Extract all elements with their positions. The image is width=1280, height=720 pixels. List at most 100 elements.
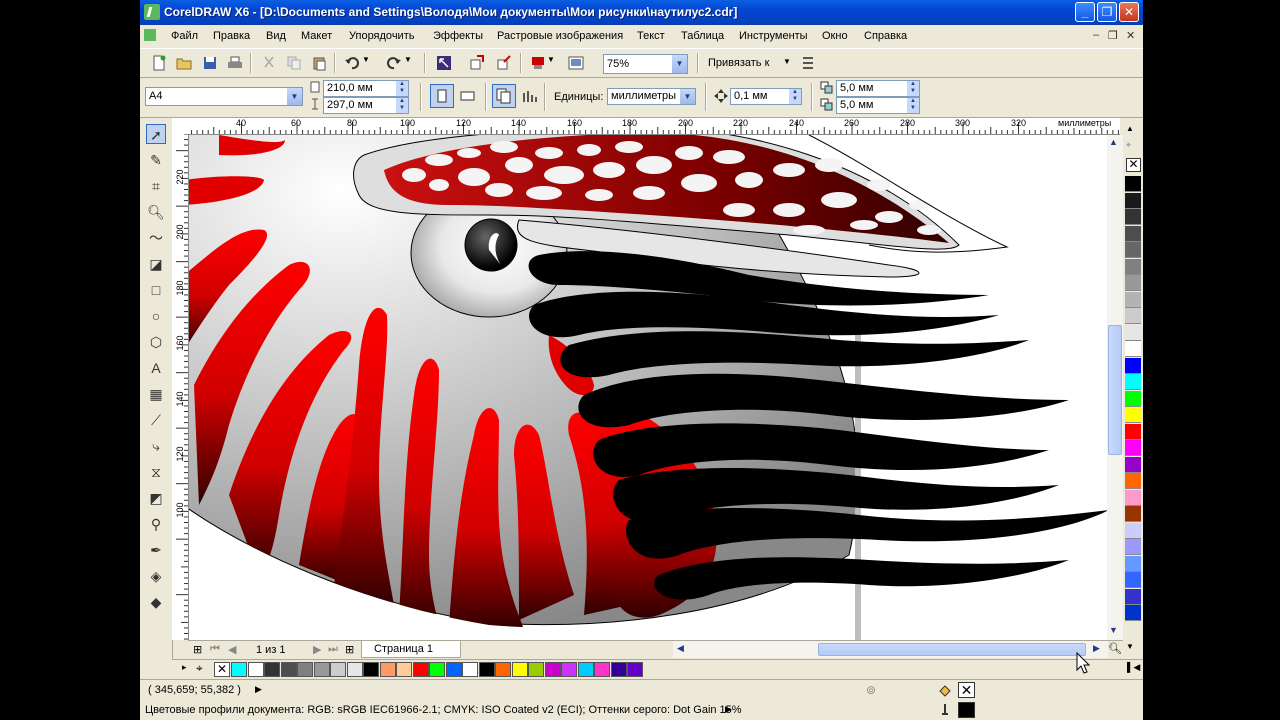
duplicate-x-field[interactable]: 5,0 мм ▲ ▼ (836, 80, 920, 97)
polygon-tool-icon[interactable]: ⬡ (146, 332, 166, 352)
outline-color-swatch[interactable] (958, 702, 975, 718)
palette-swatch[interactable] (1125, 275, 1141, 291)
scroll-down-icon[interactable]: ▼ (1109, 625, 1118, 635)
palette-swatch[interactable] (1125, 522, 1141, 539)
publish-pdf-icon[interactable] (530, 55, 546, 71)
nautilus-drawing[interactable] (189, 135, 1107, 640)
doc-palette-swatch[interactable] (346, 662, 363, 677)
scroll-up-icon[interactable]: ▲ (1109, 137, 1118, 147)
zoom-dropdown-icon[interactable]: ▼ (672, 55, 687, 73)
palette-swatch[interactable] (1125, 390, 1141, 407)
doc-palette-swatch[interactable] (528, 662, 544, 677)
menu-file[interactable]: Файл (171, 30, 198, 42)
doc-palette-swatch[interactable] (264, 662, 280, 677)
snap-to-button[interactable]: Привязать к (708, 57, 769, 69)
coords-expand-icon[interactable]: ▶ (255, 684, 262, 695)
doc-restore-icon[interactable]: ❐ (1108, 29, 1118, 42)
undo-dropdown-icon[interactable]: ▼ (362, 55, 370, 64)
outline-indicator-icon[interactable] (937, 702, 953, 718)
transparency-tool-icon[interactable]: ◩ (146, 488, 166, 508)
palette-swatch[interactable] (1125, 588, 1141, 605)
add-page-after-icon[interactable]: ⊞ (345, 643, 354, 656)
palette-swatch[interactable] (1125, 225, 1141, 242)
doc-palette-swatch[interactable] (297, 662, 313, 677)
page-width-field[interactable]: 210,0 мм ▲ ▼ (323, 80, 409, 97)
fill-tool-icon[interactable]: ◈ (146, 566, 166, 586)
connector-tool-icon[interactable]: ⤷ (146, 436, 166, 456)
doc-palette-swatch[interactable] (412, 662, 429, 677)
menu-table[interactable]: Таблица (681, 30, 724, 42)
first-page-icon[interactable]: ⏮ (210, 643, 220, 656)
cut-icon[interactable] (261, 55, 277, 71)
menu-arrange[interactable]: Упорядочить (349, 30, 414, 42)
doc-palette-collapse-icon[interactable]: ▌◀ (1127, 662, 1140, 673)
doc-palette-swatch[interactable] (379, 662, 396, 677)
units-dropdown-icon[interactable]: ▼ (680, 89, 695, 104)
palette-swatch[interactable] (1125, 555, 1141, 572)
fill-none-swatch[interactable]: ✕ (958, 682, 975, 698)
doc-palette-swatch[interactable] (363, 662, 379, 677)
doc-palette-swatch[interactable] (561, 662, 577, 677)
doc-palette-swatch[interactable] (627, 662, 643, 677)
doc-palette-swatch[interactable] (247, 662, 264, 677)
palette-swatch[interactable] (1125, 605, 1141, 621)
palette-scroll-down-icon[interactable]: ▼ (1126, 642, 1134, 651)
palette-swatch[interactable] (1125, 572, 1141, 588)
snap-dropdown-icon[interactable]: ▼ (783, 57, 791, 66)
doc-palette-swatch[interactable] (594, 662, 610, 677)
minimize-button[interactable]: _ (1075, 2, 1095, 22)
smart-fill-tool-icon[interactable]: ◪ (146, 254, 166, 274)
menu-view[interactable]: Вид (266, 30, 286, 42)
new-document-icon[interactable] (151, 55, 167, 71)
palette-swatch[interactable] (1125, 423, 1141, 440)
crop-tool-icon[interactable]: ⌗ (146, 176, 166, 196)
menu-bitmaps[interactable]: Растровые изображения (497, 30, 623, 42)
menu-layout[interactable]: Макет (301, 30, 332, 42)
pick-tool-icon[interactable]: ➚ (146, 124, 166, 144)
units-select[interactable]: миллиметры ▼ (607, 88, 696, 105)
duplicate-x-spinner[interactable]: ▲ ▼ (907, 81, 919, 96)
last-page-icon[interactable]: ⏭ (328, 643, 338, 656)
shape-tool-icon[interactable]: ✎ (146, 150, 166, 170)
menu-text[interactable]: Текст (637, 30, 665, 42)
redo-icon[interactable] (386, 55, 402, 71)
search-content-icon[interactable] (436, 55, 452, 71)
save-icon[interactable] (202, 55, 218, 71)
palette-swatch[interactable] (1125, 473, 1141, 489)
freehand-tool-icon[interactable]: 〜 (146, 228, 166, 248)
page-height-field[interactable]: 297,0 мм ▲ ▼ (323, 97, 409, 114)
menu-effects[interactable]: Эффекты (433, 30, 483, 42)
add-page-icon[interactable]: ⊞ (193, 643, 202, 656)
doc-palette-swatch[interactable] (313, 662, 330, 677)
palette-swatch[interactable] (1125, 176, 1141, 192)
doc-palette-swatch[interactable] (231, 662, 247, 677)
text-tool-icon[interactable]: A (146, 358, 166, 378)
export-icon[interactable] (496, 55, 512, 71)
doc-palette-swatch[interactable] (462, 662, 478, 677)
doc-palette-swatch[interactable] (478, 662, 495, 677)
outline-tool-icon[interactable]: ✒ (146, 540, 166, 560)
nudge-distance-field[interactable]: 0,1 мм ▲ ▼ (730, 88, 802, 105)
scroll-left-icon[interactable]: ◀ (677, 643, 684, 654)
palette-swatch[interactable] (1125, 308, 1141, 324)
doc-palette-eyedropper-icon[interactable]: ⌖ (196, 661, 203, 676)
palette-swatch[interactable] (1125, 374, 1141, 390)
rectangle-tool-icon[interactable]: □ (146, 280, 166, 300)
doc-palette-swatch[interactable] (445, 662, 462, 677)
doc-palette-swatch[interactable] (330, 662, 346, 677)
ellipse-tool-icon[interactable]: ○ (146, 306, 166, 326)
doc-palette-swatch[interactable] (396, 662, 412, 677)
doc-close-icon[interactable]: ✕ (1126, 29, 1135, 42)
doc-palette-swatch[interactable] (495, 662, 511, 677)
palette-swatch[interactable] (1125, 407, 1141, 423)
palette-swatch[interactable] (1125, 489, 1141, 506)
prev-page-icon[interactable]: ◀ (228, 643, 236, 656)
open-icon[interactable] (176, 55, 192, 71)
ruler-origin[interactable] (172, 118, 189, 135)
menu-help[interactable]: Справка (864, 30, 907, 42)
palette-swatch[interactable] (1125, 539, 1141, 555)
vertical-ruler[interactable]: 220 200 180 160 140 120 100 (172, 134, 189, 640)
drawing-canvas[interactable] (189, 135, 1107, 640)
doc-icon[interactable] (144, 29, 156, 41)
palette-swatch[interactable] (1125, 357, 1141, 374)
